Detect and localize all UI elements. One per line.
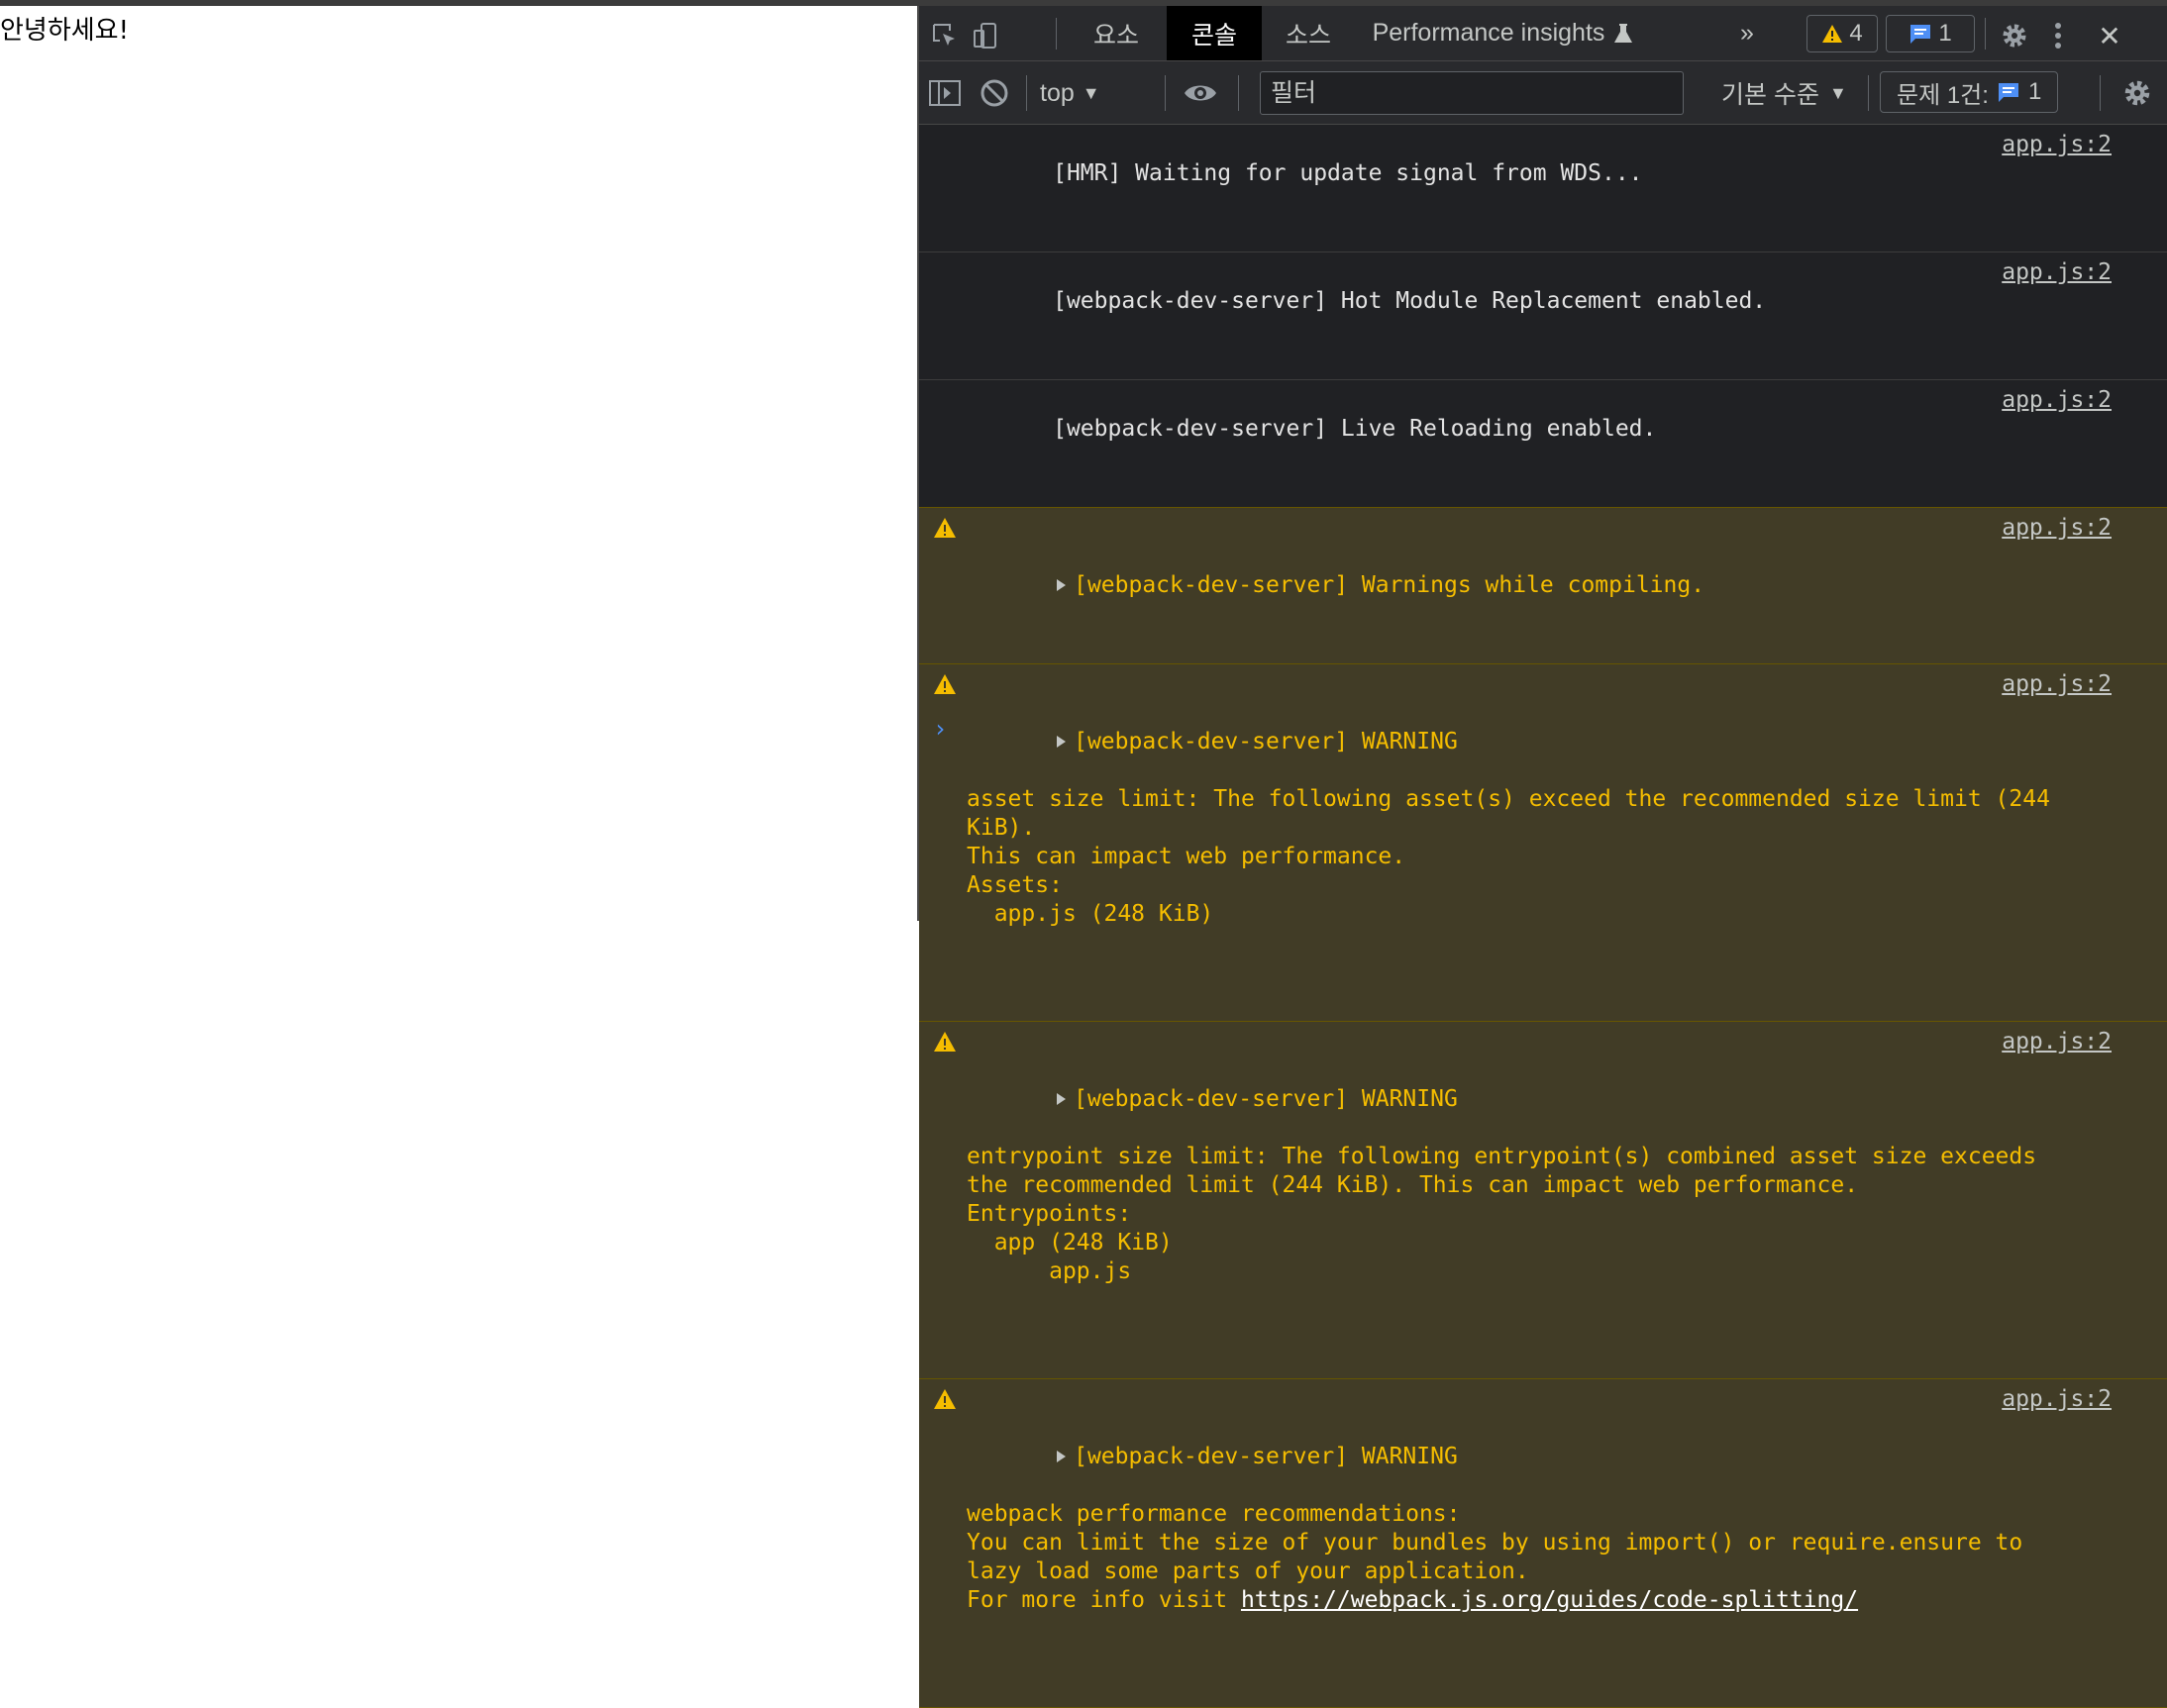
warning-heading: [webpack-dev-server] Warnings while comp… <box>1074 572 1705 598</box>
toolbar-separator <box>1985 18 1986 50</box>
toolbar-separator <box>1026 75 1027 111</box>
inspect-element-icon[interactable] <box>929 20 961 51</box>
issues-button[interactable]: 문제 1건: 1 <box>1880 71 2059 113</box>
tab-console[interactable]: 콘솔 <box>1167 6 1262 60</box>
warning-icon <box>934 674 956 694</box>
messages-badge[interactable]: 1 <box>1886 15 1975 52</box>
source-link[interactable]: app.js:2 <box>2002 514 2112 543</box>
page-viewport: 안녕하세요! <box>0 6 917 921</box>
warning-heading: [webpack-dev-server] WARNING <box>1074 729 1458 754</box>
expand-arrow-icon[interactable] <box>1057 1092 1067 1105</box>
more-tabs-button[interactable]: » <box>1727 6 1767 60</box>
toolbar-separator <box>1238 75 1239 111</box>
live-expression-eye-icon[interactable] <box>1183 75 1218 111</box>
device-toolbar-icon[interactable] <box>971 20 1002 51</box>
console-message-warning: [webpack-dev-server] WARNING entrypoint … <box>919 1021 2167 1379</box>
devtools-tabbar: 요소 콘솔 소스 Performance insights » 4 1 ✕ <box>919 6 2167 61</box>
warning-icon <box>934 1389 956 1409</box>
tab-performance-insights[interactable]: Performance insights <box>1355 6 1652 60</box>
warning-icon <box>934 518 956 538</box>
context-selector[interactable]: top ▼ <box>1040 61 1100 125</box>
context-selector-label: top <box>1040 78 1075 107</box>
console-message-log: [webpack-dev-server] Hot Module Replacem… <box>919 252 2167 380</box>
source-link[interactable]: app.js:2 <box>2002 1385 2112 1414</box>
warning-icon <box>934 1032 956 1052</box>
warning-heading: [webpack-dev-server] WARNING <box>1074 1086 1458 1112</box>
expand-arrow-icon[interactable] <box>1057 578 1067 591</box>
issues-count: 1 <box>2027 78 2042 105</box>
source-link[interactable]: app.js:2 <box>2002 670 2112 699</box>
message-icon <box>1998 83 2018 102</box>
toolbar-separator <box>1868 75 1869 111</box>
warnings-badge[interactable]: 4 <box>1806 15 1878 52</box>
show-sidebar-icon[interactable] <box>927 75 963 111</box>
message-text: [webpack-dev-server] Live Reloading enab… <box>1053 416 1657 442</box>
flask-icon <box>1614 23 1633 43</box>
log-level-dropdown[interactable]: 기본 수준 ▼ <box>1721 61 1847 125</box>
clear-console-icon[interactable] <box>977 75 1012 111</box>
source-link[interactable]: app.js:2 <box>2002 1028 2112 1056</box>
messages-count: 1 <box>1938 20 1952 47</box>
dropdown-arrow-icon: ▼ <box>1828 82 1847 103</box>
toolbar-separator <box>2100 75 2101 111</box>
warning-body: entrypoint size limit: The following ent… <box>967 1144 2037 1284</box>
source-link[interactable]: app.js:2 <box>2002 386 2112 415</box>
console-message-log: [HMR] Waiting for update signal from WDS… <box>919 125 2167 252</box>
console-settings-gear-icon[interactable] <box>2119 75 2155 111</box>
code-splitting-link[interactable]: https://webpack.js.org/guides/code-split… <box>1241 1587 1858 1613</box>
console-prompt-icon[interactable]: › <box>933 715 947 743</box>
tab-performance-insights-label: Performance insights <box>1372 19 1605 47</box>
issues-label: 문제 1건: <box>1897 81 1989 109</box>
greeting-text: 안녕하세요! <box>0 16 130 46</box>
warnings-count: 4 <box>1849 20 1863 47</box>
settings-gear-icon[interactable] <box>1999 20 2030 51</box>
source-link[interactable]: app.js:2 <box>2002 131 2112 159</box>
dropdown-arrow-icon: ▼ <box>1082 82 1100 103</box>
message-icon <box>1910 25 1931 44</box>
close-devtools-icon[interactable]: ✕ <box>2094 20 2125 51</box>
warning-icon <box>1822 25 1843 43</box>
console-message-log: [webpack-dev-server] Live Reloading enab… <box>919 380 2167 508</box>
console-message-warning: [webpack-dev-server] Warnings while comp… <box>919 507 2167 664</box>
console-message-warning: [webpack-dev-server] WARNING webpack per… <box>919 1378 2167 1708</box>
message-text: [webpack-dev-server] Hot Module Replacem… <box>1053 288 1767 314</box>
tab-sources[interactable]: 소스 <box>1262 6 1355 60</box>
toolbar-separator <box>1056 18 1057 50</box>
warning-body: webpack performance recommendations: You… <box>967 1500 2112 1615</box>
source-link[interactable]: app.js:2 <box>2002 258 2112 287</box>
log-level-label: 기본 수준 <box>1721 81 1819 109</box>
expand-arrow-icon[interactable] <box>1057 1450 1067 1462</box>
message-text: [HMR] Waiting for update signal from WDS… <box>1053 160 1643 186</box>
devtools-panel: 요소 콘솔 소스 Performance insights » 4 1 ✕ to… <box>919 6 2167 1708</box>
more-options-icon[interactable] <box>2042 20 2074 51</box>
warning-heading: [webpack-dev-server] WARNING <box>1074 1444 1458 1469</box>
expand-arrow-icon[interactable] <box>1057 735 1067 748</box>
filter-input[interactable] <box>1260 71 1684 115</box>
tab-elements[interactable]: 요소 <box>1072 6 1161 60</box>
console-messages: [HMR] Waiting for update signal from WDS… <box>919 125 2167 1708</box>
console-toolbar: top ▼ 기본 수준 ▼ 문제 1건: 1 <box>919 61 2167 125</box>
toolbar-separator <box>1165 75 1166 111</box>
console-message-warning: [webpack-dev-server] WARNING asset size … <box>919 663 2167 1022</box>
warning-body: asset size limit: The following asset(s)… <box>967 786 2050 927</box>
